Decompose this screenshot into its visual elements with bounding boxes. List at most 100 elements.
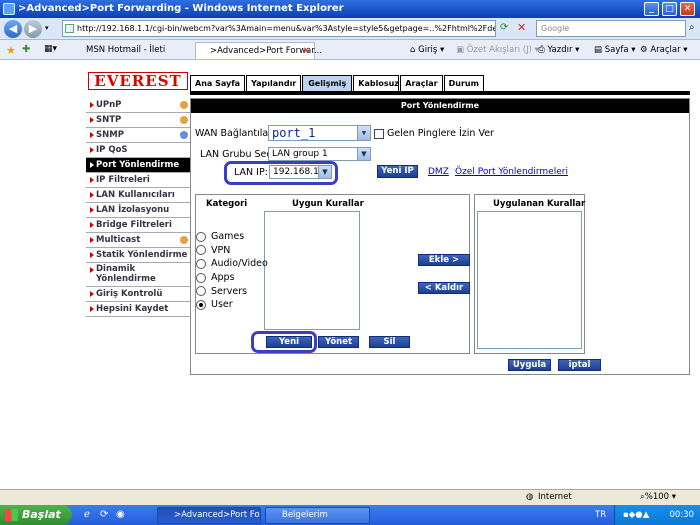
language-indicator[interactable]: TR	[595, 505, 606, 525]
chevron-down-icon: ▼	[357, 126, 370, 140]
category-option[interactable]: User	[196, 298, 268, 312]
start-button[interactable]: Başlat	[0, 505, 72, 525]
taskbar-item-browser[interactable]: >Advanced>Port For...	[157, 507, 261, 524]
delete-rule-button[interactable]: Sil	[369, 336, 410, 348]
back-button[interactable]: ◀	[4, 20, 22, 38]
menu-item-lan-users[interactable]: LAN Kullanıcıları	[86, 188, 190, 203]
new-ip-button[interactable]: Yeni IP	[377, 165, 418, 178]
nav-home[interactable]: Ana Sayfa	[190, 75, 246, 92]
radio-audio-video[interactable]	[196, 258, 206, 269]
menu-item-sntp[interactable]: SNTP	[86, 113, 190, 128]
chevron-down-icon: ▼	[357, 148, 370, 160]
menu-label: Statik Yönlendirme	[96, 250, 188, 260]
menu-item-ip-filters[interactable]: IP Filtreleri	[86, 173, 190, 188]
applied-rules-header: Uygulanan Kurallar	[493, 199, 586, 209]
forward-button[interactable]: ▶	[24, 20, 42, 38]
lan-group-label: LAN Grubu Seç:	[200, 149, 275, 160]
option-label: Audio/Video	[211, 258, 268, 270]
close-tab-icon[interactable]: ✕	[303, 43, 310, 59]
category-option[interactable]: Audio/Video	[196, 257, 268, 271]
dmz-link[interactable]: DMZ	[428, 167, 449, 177]
address-field[interactable]: http://192.168.1.1/cgi-bin/webcm?var%3Am…	[62, 20, 496, 37]
menu-label: LAN İzolasyonu	[96, 205, 170, 215]
manage-rule-button[interactable]: Yönet	[318, 336, 359, 348]
refresh-quicklaunch-icon[interactable]: ⟳	[100, 509, 108, 520]
wan-select[interactable]: port_1 ▼	[268, 125, 371, 141]
tab-hotmail[interactable]: MSN Hotmail - İleti	[72, 42, 192, 59]
ping-label: Gelen Pinglere İzin Ver	[387, 128, 494, 139]
lan-group-select[interactable]: LAN group 1 ▼	[268, 147, 371, 161]
window-title: >Advanced>Port Forwarding - Windows Inte…	[18, 3, 344, 14]
clock: 00:30	[669, 510, 695, 520]
menu-item-ip-qos[interactable]: IP QoS	[86, 143, 190, 158]
lan-ip-label: LAN IP:	[234, 167, 268, 178]
add-favorite-icon[interactable]: ✚	[22, 44, 30, 55]
radio-apps[interactable]	[196, 272, 206, 283]
radio-games[interactable]	[196, 231, 206, 242]
ie-quicklaunch-icon[interactable]: ℯ	[84, 509, 90, 520]
taskbar-item-documents[interactable]: Belgelerim	[265, 507, 370, 524]
nav-status[interactable]: Durum	[443, 75, 484, 92]
quick-tabs-icon[interactable]: ▦▾	[44, 44, 57, 54]
stop-icon[interactable]: ✕	[517, 21, 526, 34]
menu-item-multicast[interactable]: Multicast	[86, 233, 190, 248]
tab-port-forwarding[interactable]: >Advanced>Port Forwar... ✕	[195, 42, 322, 59]
chevron-down-icon: ▼	[318, 166, 331, 178]
search-icon[interactable]: ⌕	[689, 22, 695, 33]
category-option[interactable]: VPN	[196, 244, 268, 258]
search-input[interactable]: Google	[536, 20, 686, 37]
print-button[interactable]: ⎙ Yazdır ▾	[538, 43, 579, 57]
home-button[interactable]: ⌂ Giriş ▾	[410, 43, 444, 57]
maximize-button[interactable]: □	[662, 2, 677, 16]
add-rule-button[interactable]: Ekle >	[418, 254, 470, 266]
menu-item-bridge-filters[interactable]: Bridge Filtreleri	[86, 218, 190, 233]
feeds-button[interactable]: ▣ Özet Akışları (J) ▾	[456, 43, 539, 57]
radio-servers[interactable]	[196, 286, 206, 297]
category-option[interactable]: Servers	[196, 284, 268, 298]
nav-advanced[interactable]: Gelişmiş	[302, 75, 353, 92]
menu-item-access-control[interactable]: Giriş Kontrolü	[86, 287, 190, 302]
media-quicklaunch-icon[interactable]: ◉	[116, 509, 125, 520]
menu-item-lan-isolation[interactable]: LAN İzolasyonu	[86, 203, 190, 218]
ping-checkbox[interactable]	[374, 129, 384, 139]
refresh-icon[interactable]: ⟳	[500, 22, 508, 33]
nav-configure[interactable]: Yapılandır	[246, 75, 302, 92]
nav-tools[interactable]: Araçlar	[400, 75, 443, 92]
menu-item-port-forwarding[interactable]: Port Yönlendirme	[86, 158, 190, 173]
minimize-button[interactable]: _	[644, 2, 659, 16]
page-menu-button[interactable]: ▤ Sayfa ▾	[594, 43, 636, 57]
ie-icon	[3, 3, 15, 15]
menu-item-upnp[interactable]: UPnP	[86, 98, 190, 113]
tray-icons[interactable]: ▪◆●▲	[623, 505, 649, 525]
lan-ip-select[interactable]: 192.168.1.3 ▼	[269, 165, 332, 179]
system-tray: TR ▪◆●▲ 00:30	[595, 505, 700, 525]
category-option[interactable]: Games	[196, 230, 268, 244]
remove-rule-button[interactable]: < Kaldır	[418, 282, 470, 294]
new-rule-button[interactable]: Yeni	[266, 336, 312, 348]
tools-menu-button[interactable]: ⚙ Araçlar ▾	[640, 43, 688, 57]
nav-wireless[interactable]: Kablosuz	[353, 75, 400, 92]
left-menu: UPnP SNTP SNMP IP QoS Port Yönlendirme I…	[86, 98, 190, 317]
menu-item-save-all[interactable]: Hepsini Kaydet	[86, 302, 190, 317]
applied-rules-list[interactable]	[477, 211, 582, 349]
menu-item-snmp[interactable]: SNMP	[86, 128, 190, 143]
cancel-button[interactable]: iptal	[558, 359, 601, 371]
apply-button[interactable]: Uygula	[508, 359, 551, 371]
taskbar-item-label: Belgelerim	[282, 510, 328, 520]
zoom-control[interactable]: ⌕%100 ▾	[640, 490, 676, 505]
home-label: Giriş	[418, 45, 438, 55]
menu-label: Dinamik Yönlendirme	[96, 264, 156, 284]
favorites-star-icon[interactable]: ★	[6, 44, 16, 57]
nav-dropdown-icon[interactable]: ▾	[45, 24, 49, 32]
custom-port-forwarding-link[interactable]: Özel Port Yönlendirmeleri	[455, 167, 568, 177]
menu-item-dynamic-routing[interactable]: Dinamik Yönlendirme	[86, 263, 190, 287]
available-rules-list[interactable]	[264, 211, 360, 330]
radio-vpn[interactable]	[196, 245, 206, 256]
wan-value: port_1	[272, 126, 316, 140]
lan-group-value: LAN group 1	[272, 149, 328, 159]
menu-item-static-routing[interactable]: Statik Yönlendirme	[86, 248, 190, 263]
radio-user[interactable]	[196, 299, 206, 310]
wan-label: WAN Bağlantıları:	[195, 128, 278, 139]
category-option[interactable]: Apps	[196, 271, 268, 285]
close-button[interactable]: ✕	[680, 2, 695, 16]
